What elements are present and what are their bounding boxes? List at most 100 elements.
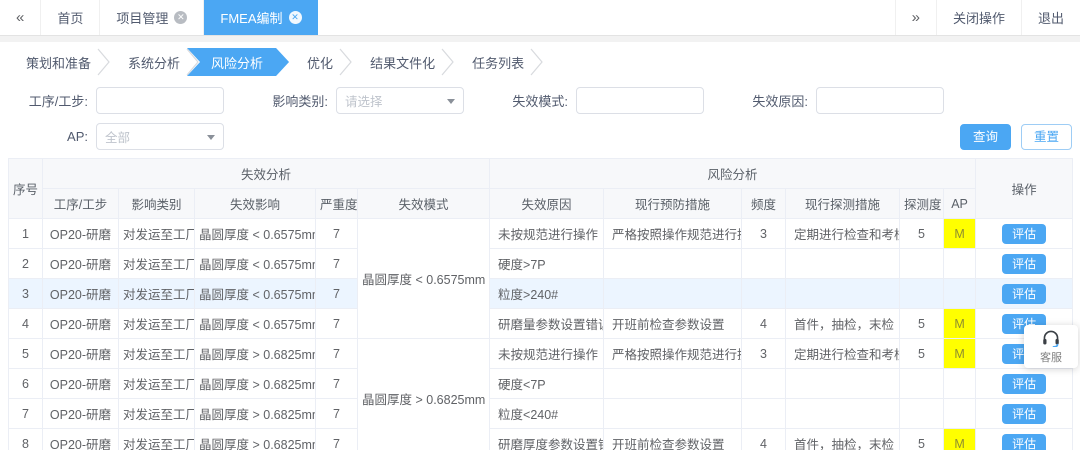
evaluate-button[interactable]: 评估 [1002, 284, 1046, 304]
impact-category-placeholder: 请选择 [345, 91, 383, 110]
expand-tabs-icon[interactable]: » [895, 0, 936, 35]
evaluate-button[interactable]: 评估 [1002, 224, 1046, 244]
col-header-action: 操作 [976, 159, 1073, 219]
cell-index: 5 [9, 339, 43, 369]
collapse-tabs-icon[interactable]: « [0, 0, 41, 35]
cell-ap: M [944, 219, 976, 249]
failure-cause-label: 失效原因: [744, 91, 808, 110]
cell-detection [900, 369, 944, 399]
cell-cause: 粒度>240# [490, 279, 604, 309]
evaluate-button[interactable]: 评估 [1002, 404, 1046, 424]
cell-impact: 对发运至工厂 [119, 339, 195, 369]
headset-icon [1041, 329, 1061, 347]
cell-detection-measure: 定期进行检查和考核 [786, 219, 900, 249]
cell-prevention [604, 279, 742, 309]
topbar-tab-home[interactable]: 首页 [41, 0, 100, 35]
cell-detection: 5 [900, 339, 944, 369]
cell-detection: 5 [900, 429, 944, 450]
col-header-detection-measure: 现行探测措施 [786, 189, 900, 219]
topbar-tab-fmea-label: FMEA编制 [220, 8, 282, 27]
cell-process: OP20-研磨 [43, 369, 119, 399]
fmea-page: « 首页 项目管理 ✕ FMEA编制 ✕ » 关闭操作 退出 策划和准备 系统分… [0, 0, 1080, 450]
exit-button[interactable]: 退出 [1021, 0, 1080, 35]
close-operation-button[interactable]: 关闭操作 [936, 0, 1021, 35]
failure-mode-input[interactable] [576, 87, 704, 114]
customer-service-label: 客服 [1040, 349, 1062, 365]
filter-form: 工序/工步: 影响类别: 请选择 失效模式: 失效原因: AP: 全部 查询 重… [8, 87, 1072, 150]
table-row: 1 OP20-研磨 对发运至工厂 晶圆厚度 < 0.6575mm 7 晶圆厚度 … [9, 219, 1073, 249]
cell-detection: 5 [900, 219, 944, 249]
cell-detection-measure [786, 279, 900, 309]
table-row: 8 OP20-研磨 对发运至工厂 晶圆厚度 > 0.6825mm 7 研磨厚度参… [9, 429, 1073, 450]
cell-failure-mode-merged: 晶圆厚度 < 0.6575mm [358, 219, 490, 339]
cell-effect: 晶圆厚度 < 0.6575mm [195, 309, 316, 339]
evaluate-button[interactable]: 评估 [1002, 374, 1046, 394]
step-task-list[interactable]: 任务列表 [454, 48, 530, 76]
topbar-tab-project-label: 项目管理 [116, 8, 168, 27]
failure-cause-input[interactable] [816, 87, 944, 114]
step-risk-analysis-active[interactable]: 风险分析 [187, 48, 289, 76]
step-system-analysis[interactable]: 系统分析 [110, 48, 186, 76]
col-header-occurrence: 频度 [742, 189, 786, 219]
table-row: 5 OP20-研磨 对发运至工厂 晶圆厚度 > 0.6825mm 7 晶圆厚度 … [9, 339, 1073, 369]
caret-down-icon [447, 99, 455, 104]
step-optimization[interactable]: 优化 [289, 48, 339, 76]
topbar-tab-home-label: 首页 [57, 8, 83, 27]
cell-ap: M [944, 429, 976, 450]
ap-select[interactable]: 全部 [96, 123, 224, 150]
cell-index: 4 [9, 309, 43, 339]
cell-process: OP20-研磨 [43, 279, 119, 309]
process-step-label: 工序/工步: [8, 91, 88, 110]
cell-severity: 7 [316, 279, 358, 309]
chevron-right-icon [97, 48, 110, 76]
cell-ap [944, 369, 976, 399]
topbar-tab-fmea-edit[interactable]: FMEA编制 ✕ [204, 0, 317, 35]
cell-impact: 对发运至工厂 [119, 219, 195, 249]
chevron-right-icon [441, 48, 454, 76]
cell-detection-measure: 首件，抽检，末检 [786, 429, 900, 450]
cell-occurrence: 4 [742, 429, 786, 450]
cell-index: 3 [9, 279, 43, 309]
divider [0, 36, 1080, 42]
table-row-highlighted: 3 OP20-研磨 对发运至工厂 晶圆厚度 < 0.6575mm 7 粒度>24… [9, 279, 1073, 309]
cell-impact: 对发运至工厂 [119, 309, 195, 339]
cell-prevention [604, 369, 742, 399]
cell-cause: 研磨量参数设置错误 [490, 309, 604, 339]
close-tab-icon[interactable]: ✕ [289, 11, 302, 24]
cell-detection-measure: 首件，抽检，末检 [786, 309, 900, 339]
cell-prevention: 严格按照操作规范进行操作 [604, 219, 742, 249]
cell-detection-measure [786, 249, 900, 279]
col-header-process-step: 工序/工步 [43, 189, 119, 219]
cell-severity: 7 [316, 369, 358, 399]
step-result-documentation[interactable]: 结果文件化 [352, 48, 441, 76]
reset-button[interactable]: 重置 [1021, 124, 1072, 150]
cell-prevention [604, 249, 742, 279]
evaluate-button[interactable]: 评估 [1002, 254, 1046, 274]
impact-category-select[interactable]: 请选择 [336, 87, 464, 114]
search-button[interactable]: 查询 [960, 124, 1011, 150]
cell-prevention [604, 399, 742, 429]
cell-effect: 晶圆厚度 < 0.6575mm [195, 279, 316, 309]
cell-index: 6 [9, 369, 43, 399]
caret-down-icon [207, 135, 215, 140]
evaluate-button[interactable]: 评估 [1002, 434, 1046, 450]
chevron-right-icon [339, 48, 352, 76]
cell-effect: 晶圆厚度 < 0.6575mm [195, 249, 316, 279]
cell-prevention: 开班前检查参数设置 [604, 429, 742, 450]
cell-impact: 对发运至工厂 [119, 279, 195, 309]
process-step-input[interactable] [96, 87, 224, 114]
topbar-tab-project-management[interactable]: 项目管理 ✕ [100, 0, 204, 35]
impact-category-label: 影响类别: [264, 91, 328, 110]
close-tab-icon[interactable]: ✕ [174, 11, 187, 24]
cell-cause: 硬度>7P [490, 249, 604, 279]
cell-index: 7 [9, 399, 43, 429]
cell-detection [900, 279, 944, 309]
step-planning-preparation[interactable]: 策划和准备 [8, 48, 97, 76]
cell-severity: 7 [316, 249, 358, 279]
col-header-failure-mode: 失效模式 [358, 189, 490, 219]
cell-prevention: 严格按照操作规范进行操作 [604, 339, 742, 369]
cell-severity: 7 [316, 399, 358, 429]
customer-service-widget[interactable]: 客服 [1024, 325, 1078, 368]
cell-severity: 7 [316, 309, 358, 339]
group-header-risk-analysis: 风险分析 [490, 159, 976, 189]
